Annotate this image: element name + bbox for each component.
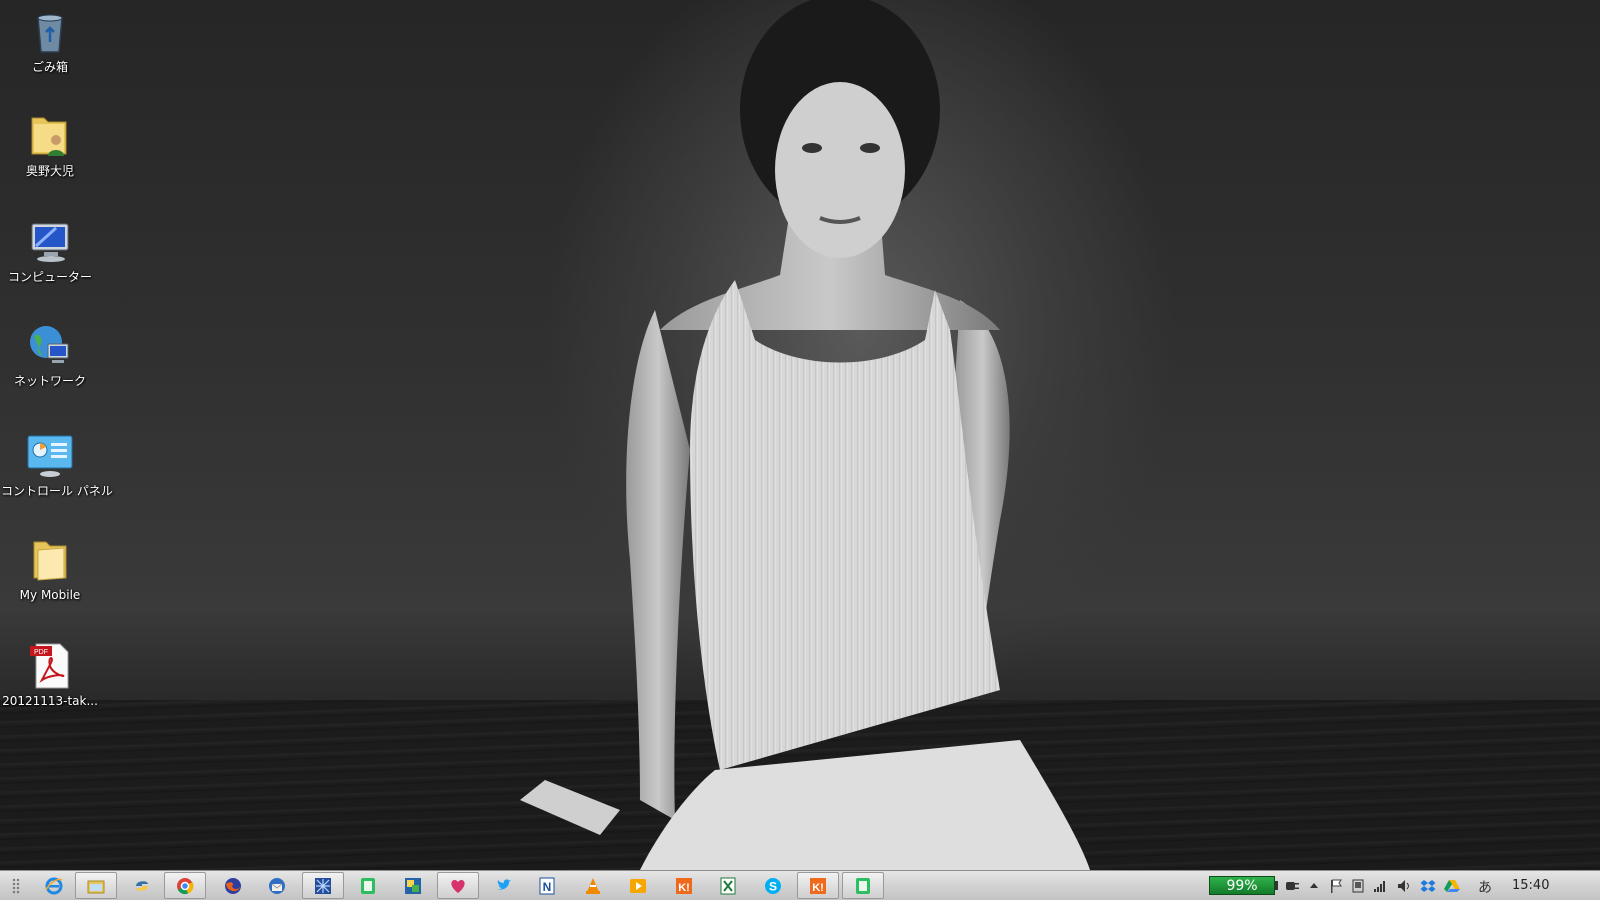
desktop-wallpaper[interactable] (0, 0, 1600, 870)
svg-text:S: S (769, 879, 777, 893)
wallpaper-photo (520, 0, 1090, 870)
taskbar-skype[interactable]: S (752, 872, 794, 899)
device-icon[interactable] (1350, 878, 1366, 894)
power-plug-icon[interactable] (1284, 878, 1300, 894)
google-drive-icon[interactable] (1444, 878, 1460, 894)
desktop-icon-control-panel[interactable]: コントロール パネル (1, 432, 113, 499)
taskbar-twitter[interactable] (483, 872, 525, 899)
twitter-icon (497, 878, 511, 890)
dropbox-icon[interactable] (1420, 878, 1436, 894)
desktop-icon-label: ネットワーク (13, 374, 86, 388)
heart-icon (451, 879, 465, 893)
media-player-icon (630, 878, 646, 893)
skype-icon: S (765, 877, 781, 894)
evernote-icon (361, 877, 375, 894)
taskbar-file-explorer[interactable] (75, 872, 117, 899)
desktop-icon-user-folder[interactable]: 奥野大児 (1, 112, 99, 179)
desktop-icon-network[interactable]: ネットワーク (1, 322, 99, 389)
volume-icon[interactable] (1396, 878, 1412, 894)
taskbar-heart-app[interactable] (437, 872, 479, 899)
thunderbird-icon (269, 877, 285, 894)
ime-indicator[interactable]: あ (1478, 877, 1492, 897)
show-hidden-icons-icon[interactable] (1306, 878, 1322, 894)
taskbar-image-viewer[interactable] (392, 872, 434, 899)
desktop-icon-my-mobile[interactable]: My Mobile (1, 536, 99, 603)
signal-bars-icon[interactable] (1372, 878, 1388, 894)
taskbar-python[interactable] (121, 872, 163, 899)
taskbar-kt-app-2[interactable]: K! (797, 872, 839, 899)
vlc-icon (586, 877, 600, 894)
taskbar-internet-explorer[interactable] (33, 872, 75, 899)
folder-icon (33, 541, 67, 581)
notepad-n-icon: N (539, 877, 555, 894)
desktop-icon-label: 20121113-tak... (2, 694, 98, 708)
kt-app-icon: K! (676, 877, 692, 894)
taskbar-chrome[interactable] (164, 872, 206, 899)
taskbar-notepad-n[interactable]: N (526, 872, 568, 899)
chrome-icon (177, 877, 194, 894)
taskbar: N K! S K! 99% あ 15:40 (0, 870, 1600, 900)
firefox-icon (225, 877, 241, 894)
action-center-flag-icon[interactable] (1328, 878, 1344, 894)
taskbar-evernote-2[interactable] (842, 872, 884, 899)
desktop-icon-label: My Mobile (19, 588, 81, 602)
desktop-icon-computer[interactable]: コンピューター (1, 218, 99, 285)
kt-app-icon: K! (810, 877, 826, 894)
svg-text:N: N (543, 880, 552, 894)
desktop-icon-label: 奥野大児 (25, 164, 74, 178)
python-icon (136, 880, 148, 891)
battery-indicator[interactable]: 99% (1209, 876, 1275, 895)
taskbar-network-utility[interactable] (302, 872, 344, 899)
recycle-bin-icon (37, 14, 63, 53)
pdf-file-icon: PDF (30, 643, 69, 689)
network-utility-icon (315, 877, 331, 894)
image-viewer-icon (405, 877, 421, 894)
spreadsheet-icon (720, 877, 736, 894)
desktop-icon-recycle-bin[interactable]: ごみ箱 (1, 8, 99, 75)
taskbar-thunderbird[interactable] (256, 872, 298, 899)
desktop-icon-label: ごみ箱 (31, 60, 68, 74)
computer-icon (31, 223, 69, 262)
taskbar-media-player[interactable] (617, 872, 659, 899)
svg-text:K!: K! (678, 882, 690, 894)
file-explorer-icon (87, 880, 105, 893)
desktop-icon-pdf-file[interactable]: PDF 20121113-tak... (1, 642, 99, 709)
evernote-icon (856, 877, 870, 894)
desktop-icon-label: コンピューター (7, 270, 92, 284)
battery-tip (1275, 881, 1278, 890)
svg-text:K!: K! (812, 882, 824, 894)
network-icon (30, 326, 69, 363)
svg-text:PDF: PDF (34, 649, 48, 656)
taskbar-vlc[interactable] (572, 872, 614, 899)
user-folder-icon (31, 117, 67, 156)
control-panel-icon (27, 435, 73, 477)
desktop-icon-label: コントロール パネル (1, 484, 113, 498)
taskbar-firefox[interactable] (212, 872, 254, 899)
taskbar-grip[interactable] (12, 878, 20, 895)
internet-explorer-icon (45, 877, 63, 894)
taskbar-excel-like[interactable] (707, 872, 749, 899)
taskbar-kt-app[interactable]: K! (663, 872, 705, 899)
taskbar-evernote[interactable] (347, 872, 389, 899)
clock[interactable]: 15:40 (1512, 878, 1549, 893)
